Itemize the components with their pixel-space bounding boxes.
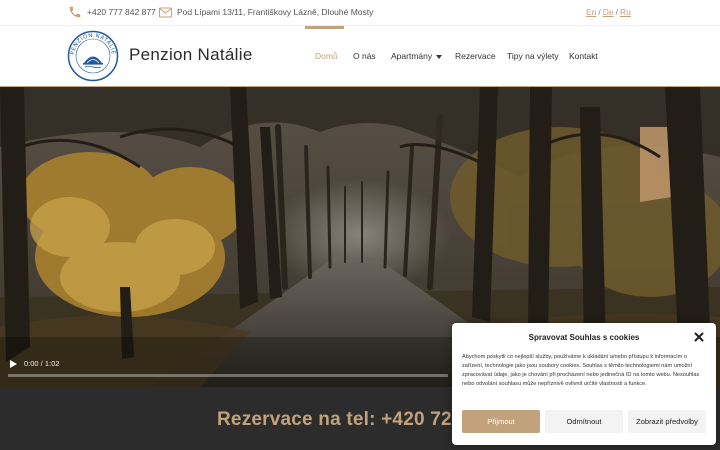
chevron-down-icon (436, 54, 443, 59)
cookie-consent-dialog: Spravovat Souhlas s cookies Abychom posk… (452, 323, 716, 445)
nav-item-apartmany-label: Apartmány (391, 51, 433, 61)
deny-cookies-button[interactable]: Odmítnout (545, 410, 623, 433)
nav-item-o-nas[interactable]: O nás (353, 51, 376, 61)
mail-icon (159, 7, 172, 18)
phone-icon (69, 6, 81, 18)
reservation-phone-text[interactable]: Rezervace na tel: +420 722 93 (217, 409, 490, 431)
language-switcher: En / De / Ru (586, 7, 631, 17)
cookie-dialog-text: Abychom poskytli co nejlepší služby, pou… (462, 354, 700, 387)
site-header: PENZION NATÁLIE Penzion Natálie Domů O n… (0, 26, 720, 87)
close-icon[interactable] (694, 332, 704, 342)
nav-item-kontakt[interactable]: Kontakt (569, 51, 598, 61)
nav-item-tipy[interactable]: Tipy na výlety (507, 51, 559, 61)
nav-active-indicator (305, 26, 344, 29)
main-nav: Domů O nás Apartmány Rezervace Tipy na v… (0, 26, 720, 87)
nav-item-domu[interactable]: Domů (315, 51, 338, 61)
lang-de[interactable]: De (603, 7, 614, 17)
view-preferences-button[interactable]: Zobrazit předvolby (628, 410, 706, 433)
top-bar: +420 777 842 877 Pod Lípami 13/11, Frant… (0, 0, 720, 26)
phone-number[interactable]: +420 777 842 877 (87, 7, 156, 17)
video-progress-bar[interactable] (8, 374, 448, 377)
accept-cookies-button[interactable]: Přijmout (462, 410, 540, 433)
play-icon[interactable] (8, 359, 18, 369)
lang-ru[interactable]: Ru (620, 7, 631, 17)
lang-en[interactable]: En (586, 7, 596, 17)
video-time: 0:00 / 1:02 (24, 359, 60, 368)
cookie-dialog-title: Spravovat Souhlas s cookies (528, 333, 640, 342)
nav-item-apartmany[interactable]: Apartmány (391, 51, 443, 61)
address: Pod Lípami 13/11, Františkovy Lázně, Dlo… (177, 7, 374, 17)
nav-item-rezervace[interactable]: Rezervace (455, 51, 496, 61)
